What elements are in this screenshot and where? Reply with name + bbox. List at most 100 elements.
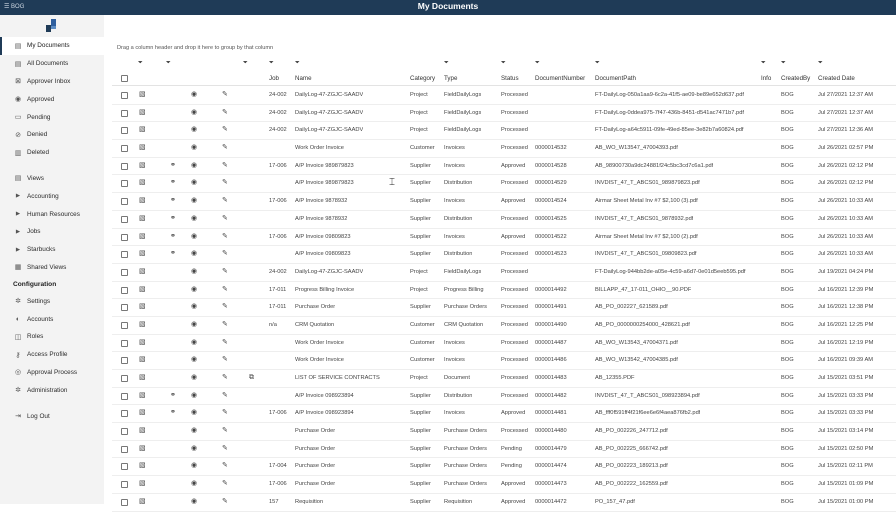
table-row[interactable]: ▧ ◉ ✎ Purchase Order Supplier Purchase Orders…: [112, 423, 896, 441]
edit-pencil-icon[interactable]: ✎: [222, 498, 228, 506]
row-checkbox[interactable]: [121, 127, 128, 135]
column-header-type[interactable]: Type: [444, 75, 457, 82]
pdf-file-icon[interactable]: ▧: [139, 215, 146, 223]
table-row[interactable]: ▧ ⚭ ◉ ✎ A/P Invoice 989879823 Supplier Distrib…: [112, 175, 896, 194]
filter-icon[interactable]: ⏷: [138, 60, 143, 67]
row-checkbox[interactable]: [121, 428, 128, 436]
pdf-file-icon[interactable]: ▧: [139, 126, 146, 134]
table-row[interactable]: ▧ ⚭ ◉ ✎ 17-006 A/P Invoice 9878932 Supplier Inv…: [112, 193, 896, 211]
row-checkbox[interactable]: [121, 162, 128, 170]
sidebar-item-log-out[interactable]: ⇥ Log Out: [0, 407, 104, 425]
pdf-file-icon[interactable]: ▧: [139, 303, 146, 311]
edit-pencil-icon[interactable]: ✎: [222, 392, 228, 400]
table-row[interactable]: ▧ ◉ ✎ Work Order Invoice Customer Invoices Pro…: [112, 140, 896, 158]
table-row[interactable]: ▧ ◉ ✎ Work Order Invoice Customer Invoices Pro…: [112, 352, 896, 370]
row-checkbox[interactable]: [121, 215, 128, 223]
edit-pencil-icon[interactable]: ✎: [222, 126, 228, 134]
column-header-category[interactable]: Category: [410, 75, 435, 82]
filter-icon[interactable]: ⏷: [501, 60, 506, 67]
row-checkbox[interactable]: [121, 268, 128, 276]
pdf-file-icon[interactable]: ▧: [139, 250, 146, 258]
row-checkbox[interactable]: [121, 233, 128, 241]
pdf-file-icon[interactable]: ▧: [139, 339, 146, 347]
table-row[interactable]: ▧ ◉ ✎ 24-002 DailyLog-47-ZGJC-SAADV Project Fi…: [112, 122, 896, 141]
row-checkbox[interactable]: [121, 410, 128, 418]
view-eye-icon[interactable]: ◉: [191, 250, 197, 258]
sidebar-item-accounts[interactable]: ◐ Accounts: [0, 310, 104, 328]
table-row[interactable]: ▧ ⚭ ◉ ✎ 17-006 A/P Invoice 098923894 Supplier I…: [112, 405, 896, 424]
row-checkbox[interactable]: [121, 109, 128, 117]
view-eye-icon[interactable]: ◉: [191, 162, 197, 170]
view-eye-icon[interactable]: ◉: [191, 409, 197, 417]
table-row[interactable]: ▧ ◉ ✎ ⧉ LIST OF SERVICE CONTRACTS Project Docu…: [112, 370, 896, 388]
edit-pencil-icon[interactable]: ✎: [222, 91, 228, 99]
link-icon[interactable]: ⚭: [170, 409, 176, 417]
view-eye-icon[interactable]: ◉: [191, 286, 197, 294]
table-row[interactable]: ▧ ⚭ ◉ ✎ A/P Invoice 098923894 Supplier Distrib…: [112, 388, 896, 406]
row-checkbox[interactable]: [121, 375, 128, 382]
row-checkbox[interactable]: [121, 481, 128, 489]
table-row[interactable]: ▧ ◉ ✎ 17-011 Progress Billing Invoice Project…: [112, 282, 896, 300]
column-header-createdby[interactable]: CreatedBy: [781, 75, 810, 82]
pdf-file-icon[interactable]: ▧: [139, 356, 146, 364]
sidebar-item-denied[interactable]: ⊘ Denied: [0, 126, 104, 144]
view-eye-icon[interactable]: ◉: [191, 197, 197, 205]
pdf-file-icon[interactable]: ▧: [139, 91, 146, 99]
view-eye-icon[interactable]: ◉: [191, 126, 197, 134]
edit-pencil-icon[interactable]: ✎: [222, 197, 228, 205]
table-row[interactable]: ▧ ⚭ ◉ ✎ A/P Invoice 09809823 Supplier Distribu…: [112, 246, 896, 264]
pdf-file-icon[interactable]: ▧: [139, 144, 146, 152]
link-icon[interactable]: ⚭: [170, 215, 176, 223]
row-checkbox[interactable]: [121, 286, 128, 294]
edit-pencil-icon[interactable]: ✎: [222, 144, 228, 152]
row-checkbox[interactable]: [121, 357, 128, 365]
link-icon[interactable]: ⚭: [170, 392, 176, 400]
table-row[interactable]: ▧ ◉ ✎ 157 Requisition Supplier Requisition Appr…: [112, 494, 896, 512]
table-row[interactable]: ▧ ◉ ✎ 17-004 Purchase Order Supplier Purchase …: [112, 458, 896, 477]
edit-pencil-icon[interactable]: ✎: [222, 409, 228, 417]
view-eye-icon[interactable]: ◉: [191, 480, 197, 488]
view-eye-icon[interactable]: ◉: [191, 392, 197, 400]
filter-icon[interactable]: ⏷: [595, 60, 600, 67]
filter-icon[interactable]: ⏷: [166, 60, 171, 67]
sidebar-item-human-resources[interactable]: ▶ Human Resources: [0, 205, 104, 223]
view-eye-icon[interactable]: ◉: [191, 144, 197, 152]
column-header-documentpath[interactable]: DocumentPath: [595, 75, 636, 82]
view-eye-icon[interactable]: ◉: [191, 498, 197, 506]
edit-pencil-icon[interactable]: ✎: [222, 445, 228, 453]
view-eye-icon[interactable]: ◉: [191, 427, 197, 435]
pdf-file-icon[interactable]: ▧: [139, 162, 146, 170]
edit-pencil-icon[interactable]: ✎: [222, 462, 228, 470]
row-checkbox[interactable]: [121, 198, 128, 206]
view-eye-icon[interactable]: ◉: [191, 462, 197, 470]
filter-icon[interactable]: ⏷: [781, 60, 786, 67]
filter-icon[interactable]: ⏷: [269, 60, 274, 67]
edit-pencil-icon[interactable]: ✎: [222, 268, 228, 276]
table-row[interactable]: ▧ ◉ ✎ Work Order Invoice Customer Invoices Pro…: [112, 335, 896, 353]
view-eye-icon[interactable]: ◉: [191, 303, 197, 311]
view-eye-icon[interactable]: ◉: [191, 179, 197, 187]
row-checkbox[interactable]: [121, 180, 128, 188]
sidebar-item-all-documents[interactable]: ▤ All Documents: [0, 55, 104, 73]
column-header-name[interactable]: Name: [295, 75, 312, 82]
sidebar-item-access-profile[interactable]: ⚷ Access Profile: [0, 346, 104, 364]
row-checkbox[interactable]: [121, 321, 128, 329]
pdf-file-icon[interactable]: ▧: [139, 321, 146, 329]
table-row[interactable]: ▧ ⚭ ◉ ✎ 17-006 A/P Invoice 09809823 Supplier In…: [112, 229, 896, 247]
row-checkbox[interactable]: [121, 392, 128, 400]
pdf-file-icon[interactable]: ▧: [139, 392, 146, 400]
edit-pencil-icon[interactable]: ✎: [222, 109, 228, 117]
link-icon[interactable]: ⚭: [170, 162, 176, 170]
table-row[interactable]: ▧ ◉ ✎ 17-011 Purchase Order Supplier Purchase …: [112, 299, 896, 317]
row-checkbox[interactable]: [121, 304, 128, 312]
view-eye-icon[interactable]: ◉: [191, 445, 197, 453]
filter-icon[interactable]: ⏷: [444, 60, 449, 67]
sidebar-item-deleted[interactable]: ▥ Deleted: [0, 144, 104, 162]
table-row[interactable]: ▧ ◉ ✎ 24-002 DailyLog-47-ZGJC-SAADV Project Fi…: [112, 105, 896, 123]
column-header-info[interactable]: Info: [761, 75, 771, 82]
row-checkbox[interactable]: [121, 145, 128, 153]
sidebar-item-views[interactable]: ▤ Views: [0, 170, 104, 188]
edit-pencil-icon[interactable]: ✎: [222, 250, 228, 258]
select-all-checkbox[interactable]: [121, 75, 128, 82]
filter-icon[interactable]: ⏷: [243, 60, 248, 67]
